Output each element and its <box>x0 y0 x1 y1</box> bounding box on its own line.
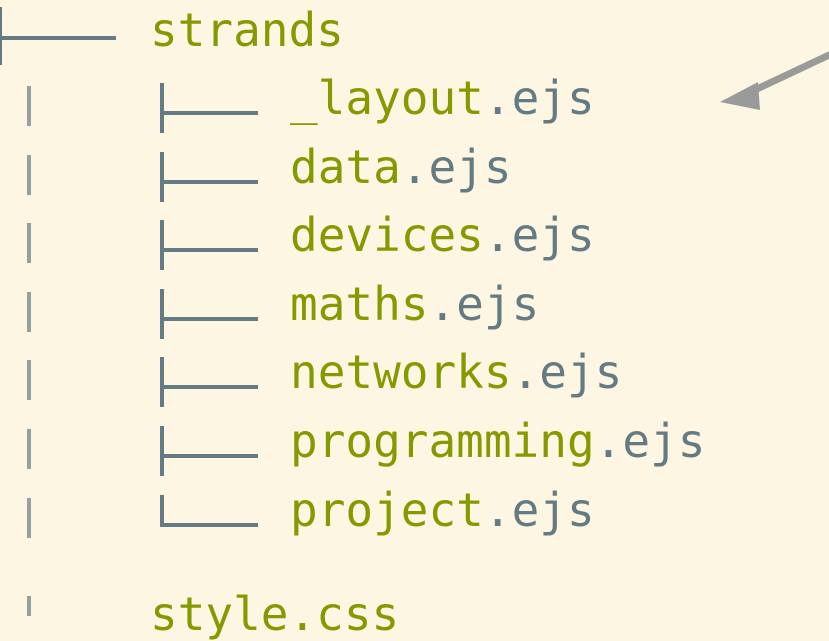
annotation-arrow <box>720 51 829 110</box>
